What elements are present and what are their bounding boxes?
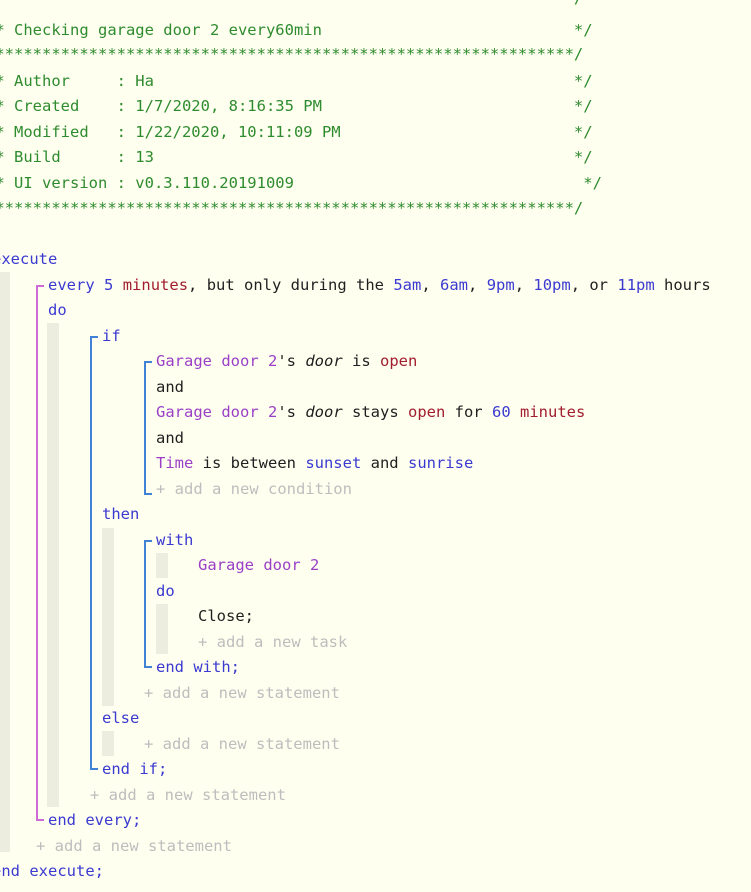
header-stars-top: /***************************************…: [0, 0, 583, 8]
else-keyword[interactable]: else: [102, 708, 139, 728]
value: open: [379, 352, 418, 370]
if-bracket-bottom: [90, 768, 98, 770]
and-operator-1[interactable]: and: [156, 377, 184, 397]
conditions-bracket-bottom: [144, 493, 152, 495]
header-build: /* Build : 13 */: [0, 148, 593, 166]
device-name: Garage door 2: [156, 403, 278, 421]
possessive: 's: [277, 352, 306, 370]
every-text: , but only during the: [188, 276, 394, 294]
hour-6am: 6am: [440, 276, 469, 294]
sep: , or: [570, 276, 618, 294]
attribute: door: [305, 403, 343, 421]
sep: ,: [468, 276, 487, 294]
duration: 60: [491, 403, 511, 421]
attribute: door: [305, 352, 343, 370]
add-statement-every-button[interactable]: + add a new statement: [90, 785, 286, 805]
conditions-bracket-top: [144, 361, 152, 363]
with-gutter: [156, 553, 168, 578]
and-text: and: [361, 454, 408, 472]
condition-2[interactable]: Garage door 2's door stays open for 60 m…: [156, 402, 585, 422]
if-keyword[interactable]: if: [102, 326, 121, 346]
sep: ,: [421, 276, 441, 294]
every-keyword: every: [48, 276, 95, 294]
task-close[interactable]: Close;: [198, 606, 254, 626]
execute-gutter: [0, 272, 10, 852]
and-operator-2[interactable]: and: [156, 428, 184, 448]
header-ui-version: /* UI version : v0.3.110.20191009 */: [0, 174, 602, 192]
then-gutter: [102, 528, 114, 706]
execute-keyword[interactable]: execute: [0, 249, 57, 269]
operator: stays: [342, 403, 408, 421]
if-bracket-top: [90, 336, 98, 338]
with-bracket-bottom: [144, 666, 152, 668]
end-if-keyword[interactable]: end if;: [102, 759, 167, 779]
header-stars-bottom: /***************************************…: [0, 199, 584, 217]
then-keyword[interactable]: then: [102, 504, 139, 524]
end-with-keyword[interactable]: end with;: [156, 657, 240, 677]
add-condition-button[interactable]: + add a new condition: [156, 479, 352, 499]
hour-10pm: 10pm: [533, 276, 571, 294]
header-created: /* Created : 1/7/2020, 8:16:35 PM */: [0, 97, 593, 115]
with-device[interactable]: Garage door 2: [198, 555, 319, 575]
every-bracket-top: [36, 285, 44, 287]
every-do-keyword[interactable]: do: [48, 300, 67, 320]
if-bracket: [90, 336, 92, 770]
hour-11pm: 11pm: [617, 276, 655, 294]
header-author: /* Author : Ha */: [0, 72, 593, 90]
every-unit: minutes: [122, 276, 189, 294]
operator: is between: [193, 454, 306, 472]
every-statement[interactable]: every 5 minutes, but only during the 5am…: [48, 275, 711, 295]
device-name: Garage door 2: [156, 352, 278, 370]
hour-5am: 5am: [393, 276, 422, 294]
add-statement-then-button[interactable]: + add a new statement: [144, 683, 340, 703]
end-execute-keyword[interactable]: end execute;: [0, 861, 104, 881]
every-hours: hours: [654, 276, 711, 294]
value: open: [407, 403, 446, 421]
header-title: /* Checking garage door 2 every60min */: [0, 21, 593, 39]
header-modified: /* Modified : 1/22/2020, 10:11:09 PM */: [0, 123, 593, 141]
with-do-gutter: [156, 604, 168, 654]
duration-unit: minutes: [520, 403, 586, 421]
header-stars-mid: /***************************************…: [0, 45, 584, 63]
sunset: sunset: [305, 454, 362, 472]
sep: ,: [514, 276, 534, 294]
possessive: 's: [277, 403, 306, 421]
end-every-keyword[interactable]: end every;: [48, 810, 141, 830]
hour-9pm: 9pm: [486, 276, 515, 294]
add-statement-execute-button[interactable]: + add a new statement: [36, 836, 232, 856]
add-statement-else-button[interactable]: + add a new statement: [144, 734, 340, 754]
operator: is: [342, 352, 380, 370]
with-bracket: [144, 540, 146, 668]
every-bracket-bottom: [36, 819, 44, 821]
else-gutter: [102, 731, 114, 756]
condition-1[interactable]: Garage door 2's door is open: [156, 351, 417, 371]
time-variable: Time: [156, 454, 194, 472]
with-bracket-top: [144, 540, 152, 542]
with-do-keyword[interactable]: do: [156, 581, 175, 601]
every-interval: 5: [104, 276, 114, 294]
sunrise: sunrise: [407, 454, 474, 472]
every-bracket: [36, 285, 38, 821]
every-gutter: [47, 323, 59, 807]
conditions-bracket: [144, 361, 146, 495]
condition-3[interactable]: Time is between sunset and sunrise: [156, 453, 473, 473]
with-keyword[interactable]: with: [156, 530, 193, 550]
add-task-button[interactable]: + add a new task: [198, 632, 347, 652]
for-text: for: [445, 403, 492, 421]
